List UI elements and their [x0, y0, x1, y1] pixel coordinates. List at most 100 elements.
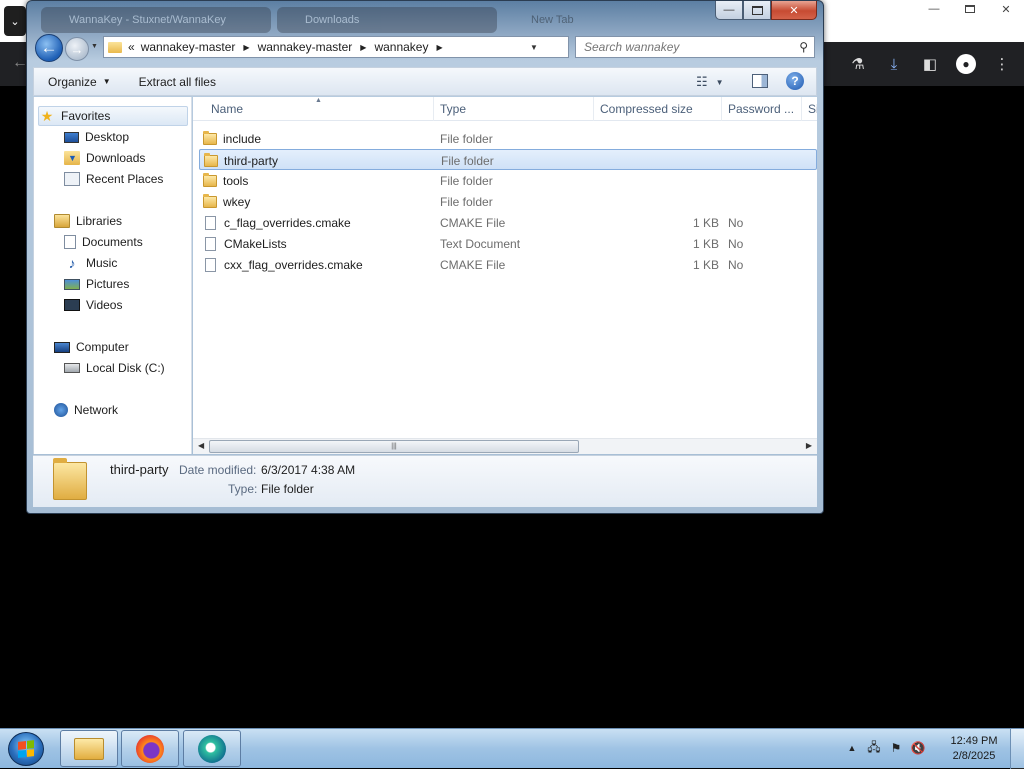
details-type-value: File folder — [261, 482, 314, 496]
nav-item-pictures[interactable]: Pictures — [64, 274, 129, 294]
profile-icon[interactable]: ● — [954, 52, 978, 76]
nav-item-downloads[interactable]: Downloads — [64, 148, 145, 168]
show-hidden-icons[interactable]: ▲ — [845, 741, 859, 755]
folder-icon — [203, 130, 217, 145]
nav-item-documents[interactable]: Documents — [64, 232, 143, 252]
help-icon[interactable]: ? — [786, 72, 804, 90]
back-button[interactable]: ← — [35, 34, 63, 62]
taskbar: ▲ 🖧 ⚑ 🔇 12:49 PM 2/8/2025 — [0, 728, 1024, 769]
file-type: File folder — [441, 153, 494, 168]
more-vert-icon[interactable]: ⋮ — [990, 52, 1014, 76]
breadcrumb-separator-icon[interactable]: ▶ — [436, 43, 442, 52]
file-icon — [205, 236, 216, 251]
scrollbar-thumb[interactable]: ||| — [209, 440, 579, 453]
breadcrumb-item[interactable]: wannakey-master — [141, 40, 236, 54]
firefox-icon — [136, 734, 164, 763]
file-row[interactable]: wkey File folder — [199, 191, 817, 212]
nav-item-recent-places[interactable]: Recent Places — [64, 169, 163, 189]
extract-all-button[interactable]: Extract all files — [125, 75, 230, 89]
nav-item-local-disk[interactable]: Local Disk (C:) — [64, 358, 165, 378]
browser-minimize-button[interactable]: — — [916, 0, 952, 18]
window-caption-buttons: — ✕ — [715, 1, 817, 20]
horizontal-scrollbar[interactable]: ◀ ||| ▶ — [193, 438, 817, 454]
downloads-icon — [64, 151, 80, 165]
file-name: tools — [223, 173, 249, 188]
breadcrumb-item[interactable]: wannakey-master — [258, 40, 353, 54]
taskbar-firefox-button[interactable] — [121, 730, 179, 767]
maximize-button[interactable] — [743, 1, 771, 20]
details-type-label: Type: — [228, 482, 258, 496]
flask-icon[interactable]: ⚗ — [846, 52, 870, 76]
nav-network[interactable]: Network — [54, 400, 118, 420]
column-header-compressed-size[interactable]: Compressed size — [596, 97, 722, 121]
breadcrumb-separator-icon[interactable]: ▶ — [360, 43, 366, 52]
change-view-button[interactable]: ☷ ▼ — [696, 74, 724, 90]
search-box[interactable]: ⚲ — [575, 36, 815, 58]
faded-tab: WannaKey - Stuxnet/WannaKey — [41, 7, 271, 33]
nav-computer[interactable]: Computer — [54, 337, 129, 357]
breadcrumb-separator-icon[interactable]: ▶ — [243, 43, 249, 52]
address-dropdown-icon[interactable]: ▼ — [526, 43, 542, 52]
preview-pane-icon[interactable] — [752, 74, 768, 88]
file-type: File folder — [440, 173, 493, 188]
file-row[interactable]: cxx_flag_overrides.cmake CMAKE File 1 KB No — [199, 254, 817, 275]
start-button[interactable] — [8, 732, 44, 766]
column-header-size[interactable]: Si — [804, 97, 817, 121]
libraries-icon — [54, 214, 70, 228]
address-bar[interactable]: « wannakey-master ▶ wannakey-master ▶ wa… — [103, 36, 638, 58]
breadcrumb-overflow[interactable]: « — [128, 40, 135, 54]
column-headers: Name ▲ Type Compressed size Password ...… — [193, 97, 817, 121]
nav-item-desktop[interactable]: Desktop — [64, 127, 129, 147]
nav-item-music[interactable]: ♪ Music — [64, 253, 118, 273]
navigation-pane: ★ Favorites Desktop Downloads Recent Pla… — [33, 97, 192, 454]
details-pane: third-party Date modified: 6/3/2017 4:38… — [33, 455, 817, 507]
column-header-type[interactable]: Type — [436, 97, 594, 121]
volume-muted-icon[interactable]: 🔇 — [911, 741, 926, 755]
folder-icon — [53, 458, 87, 500]
file-row[interactable]: CMakeLists Text Document 1 KB No — [199, 233, 817, 254]
search-input[interactable] — [582, 39, 782, 55]
file-row[interactable]: tools File folder — [199, 170, 817, 191]
scroll-right-icon[interactable]: ▶ — [806, 441, 812, 450]
minimize-button[interactable]: — — [715, 1, 743, 20]
file-type: Text Document — [440, 236, 521, 251]
network-icon[interactable]: 🖧 — [867, 740, 881, 755]
clock[interactable]: 12:49 PM 2/8/2025 — [948, 734, 1000, 764]
nav-label: Network — [74, 403, 119, 417]
show-desktop-button[interactable] — [1010, 729, 1024, 769]
nav-favorites[interactable]: ★ Favorites — [38, 106, 188, 126]
browser-restore-button[interactable] — [952, 0, 988, 18]
chevron-down-icon[interactable]: ⌄ — [4, 6, 26, 36]
windows-explorer-icon — [74, 737, 104, 760]
close-button[interactable]: ✕ — [771, 1, 817, 20]
nav-item-videos[interactable]: Videos — [64, 295, 122, 315]
search-icon[interactable]: ⚲ — [799, 40, 808, 54]
file-row[interactable]: c_flag_overrides.cmake CMAKE File 1 KB No — [199, 212, 817, 233]
file-compressed-size: 1 KB — [692, 236, 719, 251]
file-name: wkey — [223, 194, 251, 209]
breadcrumb-item[interactable]: wannakey — [374, 40, 428, 54]
file-name-cell: wkey — [203, 191, 250, 212]
nav-label: Videos — [86, 298, 123, 312]
sidebar-icon[interactable]: ◧ — [918, 52, 942, 76]
file-row[interactable]: include File folder — [199, 128, 817, 149]
background-browser-tabs: WannaKey - Stuxnet/WannaKey Downloads Ne… — [41, 7, 663, 33]
browser-window-controls: — ✕ — [916, 0, 1024, 20]
file-name: include — [223, 131, 262, 146]
recent-pages-chevron-icon[interactable]: ▼ — [91, 43, 98, 50]
scroll-left-icon[interactable]: ◀ — [198, 441, 204, 450]
folder-icon — [204, 152, 218, 167]
forward-button[interactable]: → — [65, 37, 89, 61]
column-header-password[interactable]: Password ... — [724, 97, 802, 121]
taskbar-explorer-button[interactable] — [60, 730, 118, 767]
nav-libraries[interactable]: Libraries — [54, 211, 122, 231]
taskbar-edge-button[interactable] — [183, 730, 241, 767]
star-icon: ★ — [40, 107, 54, 124]
browser-close-button[interactable]: ✕ — [988, 0, 1024, 18]
file-row[interactable]: third-party File folder — [199, 149, 817, 170]
download-icon[interactable]: ⤓ — [882, 52, 906, 76]
file-name: c_flag_overrides.cmake — [224, 215, 351, 230]
action-center-flag-icon[interactable]: ⚑ — [889, 741, 903, 755]
nav-label: Favorites — [61, 109, 111, 123]
organize-button[interactable]: Organize ▼ — [34, 75, 125, 89]
